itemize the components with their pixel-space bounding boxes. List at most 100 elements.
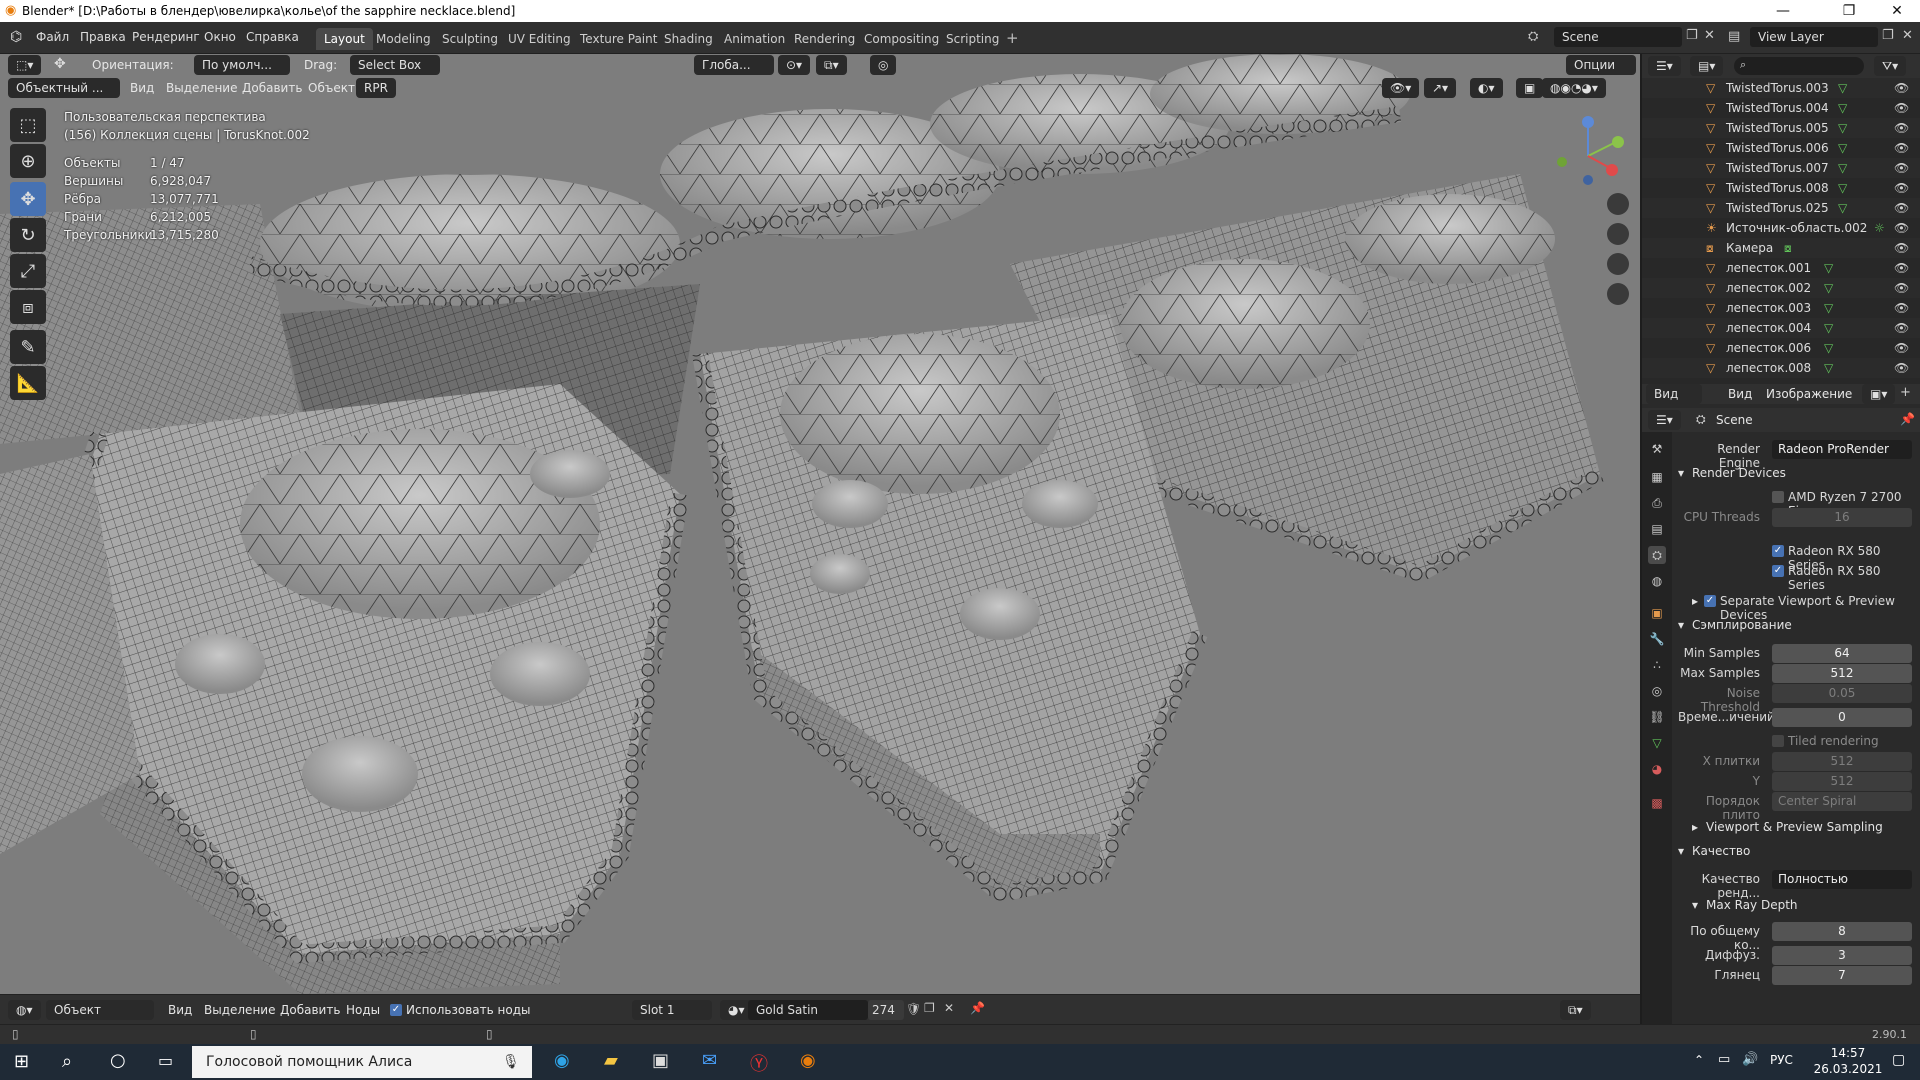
list-item[interactable]: ▽ TwistedTorus.007 ▽ 👁	[1642, 158, 1920, 178]
eye-icon[interactable]: 👁	[1894, 298, 1909, 318]
snap-icon[interactable]: ⧉▾	[816, 55, 847, 75]
list-item[interactable]: ▽ TwistedTorus.008 ▽ 👁	[1642, 178, 1920, 198]
chevron-down-icon[interactable]: ▾	[1678, 618, 1684, 632]
pin-icon[interactable]: 📌	[970, 1001, 985, 1015]
gpu2-checkbox[interactable]: ✓	[1772, 565, 1784, 577]
viewport-sampling-panel[interactable]: Viewport & Preview Sampling	[1706, 820, 1883, 834]
eye-icon[interactable]: 👁	[1894, 138, 1909, 158]
mesh-data-icon[interactable]: ▽	[1838, 138, 1847, 158]
tab-uv-editing[interactable]: UV Editing	[500, 28, 579, 50]
fake-user-icon[interactable]: 🛡	[906, 1002, 921, 1016]
texture-tab-icon[interactable]: ▩	[1648, 794, 1666, 812]
diffuse-depth-field[interactable]: 3	[1772, 946, 1912, 965]
eye-icon[interactable]: 👁	[1894, 98, 1909, 118]
new-image-icon[interactable]: +	[1900, 385, 1911, 400]
chevron-down-icon[interactable]: ▾	[1678, 466, 1684, 480]
store-icon[interactable]: ▣	[652, 1050, 669, 1071]
delete-view-layer-icon[interactable]: ✕	[1902, 28, 1913, 43]
list-item[interactable]: ▽ лепесток.006 ▽ 👁	[1642, 338, 1920, 358]
total-depth-field[interactable]: 8	[1772, 922, 1912, 941]
tab-shading[interactable]: Shading	[656, 28, 721, 50]
chevron-down-icon[interactable]: ▾	[1678, 844, 1684, 858]
scene-tab-icon[interactable]: ⛭	[1648, 546, 1666, 564]
start-icon[interactable]: ⊞	[14, 1051, 29, 1072]
editor-type-icon[interactable]: ⬚▾	[8, 55, 42, 75]
delete-scene-icon[interactable]: ✕	[1704, 28, 1715, 43]
max-samples-field[interactable]: 512	[1772, 664, 1912, 683]
list-item[interactable]: ▽ TwistedTorus.003 ▽ 👁	[1642, 78, 1920, 98]
menu-edit[interactable]: Правка	[80, 30, 126, 44]
eye-icon[interactable]: 👁	[1894, 358, 1909, 378]
list-item[interactable]: ▽ лепесток.001 ▽ 👁	[1642, 258, 1920, 278]
mesh-data-icon[interactable]: ▽	[1838, 78, 1847, 98]
menu-window[interactable]: Окно	[204, 30, 236, 44]
volume-icon[interactable]: 🔊	[1742, 1052, 1758, 1067]
mesh-data-icon[interactable]: ▽	[1824, 338, 1833, 358]
chevron-right-icon[interactable]: ▸	[1692, 820, 1698, 834]
measure-icon[interactable]: 📐	[10, 366, 46, 400]
eye-icon[interactable]: 👁	[1894, 278, 1909, 298]
list-item[interactable]: ▽ лепесток.004 ▽ 👁	[1642, 318, 1920, 338]
menu-nodes[interactable]: Ноды	[346, 1000, 380, 1020]
tab-rendering[interactable]: Rendering	[786, 28, 863, 50]
task-view-icon[interactable]: ▭	[158, 1051, 173, 1070]
sampling-panel[interactable]: Сэмплирование	[1692, 618, 1792, 632]
visibility-icon[interactable]: 👁▾	[1382, 78, 1420, 98]
list-item[interactable]: ▽ TwistedTorus.004 ▽ 👁	[1642, 98, 1920, 118]
cortana-icon[interactable]: ○	[110, 1050, 126, 1071]
image-browse-icon[interactable]: ▣▾	[1862, 384, 1896, 404]
edge-icon[interactable]: ◉	[554, 1050, 570, 1071]
menu-add[interactable]: Добавить	[242, 78, 302, 98]
properties-editor-icon[interactable]: ☰▾	[1648, 410, 1681, 430]
mesh-data-icon[interactable]: ▽	[1838, 118, 1847, 138]
close-icon[interactable]: ✕	[1874, 0, 1920, 22]
blender-menu-icon[interactable]: ⌬	[10, 29, 22, 45]
menu-select[interactable]: Выделение	[204, 1000, 275, 1020]
shading-modes-icon[interactable]: ◍◉◔◕▾	[1542, 78, 1606, 98]
eye-icon[interactable]: 👁	[1894, 178, 1909, 198]
tile-x-field[interactable]: 512	[1772, 752, 1912, 771]
list-item[interactable]: ▽ TwistedTorus.006 ▽ 👁	[1642, 138, 1920, 158]
tab-scripting[interactable]: Scripting	[938, 28, 1007, 50]
noise-threshold-field[interactable]: 0.05	[1772, 684, 1912, 703]
minimize-icon[interactable]: —	[1760, 0, 1806, 22]
image-view-menu[interactable]: Вид	[1728, 384, 1752, 404]
menu-rpr[interactable]: RPR	[356, 78, 396, 98]
taskbar-search-input[interactable]: Голосовой помощник Алиса 🎙	[192, 1046, 532, 1078]
camera-data-icon[interactable]: ⧇	[1784, 238, 1792, 258]
view-layer-selector[interactable]: View Layer	[1750, 27, 1878, 47]
menu-view[interactable]: Вид	[168, 1000, 192, 1020]
transform-pivot-icon[interactable]: ✥	[54, 56, 66, 72]
max-ray-depth-panel[interactable]: Max Ray Depth	[1706, 898, 1798, 912]
mesh-data-icon[interactable]: ▽	[1824, 358, 1833, 378]
tab-animation[interactable]: Animation	[716, 28, 793, 50]
list-item[interactable]: ▽ лепесток.008 ▽ 👁	[1642, 358, 1920, 378]
language-indicator[interactable]: РУС	[1770, 1053, 1793, 1067]
mesh-data-icon[interactable]: ▽	[1824, 298, 1833, 318]
clock-time[interactable]: 14:57	[1818, 1046, 1878, 1060]
separate-devices-checkbox[interactable]: ✓	[1704, 595, 1716, 607]
constraints-tab-icon[interactable]: ⛓	[1648, 708, 1666, 726]
eye-icon[interactable]: 👁	[1894, 118, 1909, 138]
use-nodes-checkbox[interactable]: ✓	[390, 1004, 402, 1016]
eye-icon[interactable]: 👁	[1894, 238, 1909, 258]
cpu-threads-field[interactable]: 16	[1772, 508, 1912, 527]
tab-compositing[interactable]: Compositing	[856, 28, 947, 50]
rotate-icon[interactable]: ↻	[10, 218, 46, 252]
eye-icon[interactable]: 👁	[1894, 158, 1909, 178]
list-item[interactable]: ▽ лепесток.002 ▽ 👁	[1642, 278, 1920, 298]
maximize-icon[interactable]: ❐	[1826, 0, 1872, 22]
overlays-icon[interactable]: ◐▾	[1470, 78, 1503, 98]
eye-icon[interactable]: 👁	[1894, 258, 1909, 278]
image-view-dropdown[interactable]: Вид	[1646, 384, 1702, 404]
render-engine-dropdown[interactable]: Radeon ProRender	[1772, 440, 1912, 459]
new-material-icon[interactable]: ❐	[924, 1001, 935, 1015]
microphone-icon[interactable]: 🎙	[502, 1046, 520, 1078]
menu-help[interactable]: Справка	[246, 30, 299, 44]
quality-panel[interactable]: Качество	[1692, 844, 1750, 858]
tile-order-dropdown[interactable]: Center Spiral	[1772, 792, 1912, 811]
tray-chevron-icon[interactable]: ⌃	[1694, 1053, 1704, 1067]
cpu-device-checkbox[interactable]: ✓	[1772, 491, 1784, 503]
orientation-dropdown[interactable]: По умолч...	[194, 55, 290, 75]
outliner-editor-icon[interactable]: ☰▾	[1648, 56, 1681, 76]
